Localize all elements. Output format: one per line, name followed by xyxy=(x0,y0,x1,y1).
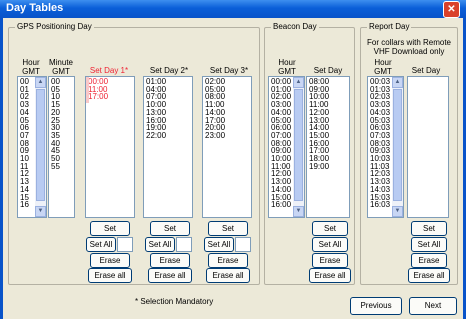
gps-day3-header: Set Day 3* xyxy=(209,66,249,75)
window-title: Day Tables xyxy=(6,2,64,14)
gps-day1-erase-button[interactable]: Erase xyxy=(90,253,130,268)
report-hour-list[interactable]: 00:03 01:03 02:03 03:03 04:03 05:03 06:03 07:03… xyxy=(367,76,404,218)
gps-minute-items: 00 05 10 15 20 25 30 35 40 45 50 55 xyxy=(51,78,60,170)
report-set-all-button[interactable]: Set All xyxy=(411,237,447,252)
gps-day2-set-button[interactable]: Set xyxy=(150,221,190,236)
scroll-thumb[interactable] xyxy=(294,89,303,201)
report-hour-header: Hour GMT xyxy=(374,58,392,76)
scroll-up-icon[interactable]: ▲ xyxy=(35,77,46,88)
gps-day1-set-all-button[interactable]: Set All xyxy=(86,237,116,252)
gps-day2-erase-all-button[interactable]: Erase all xyxy=(148,268,192,283)
day1-highlight xyxy=(86,77,89,103)
gps-day3-items: 02:00 05:00 08:00 11:00 14:00 17:00 20:00 23:00 xyxy=(205,78,225,140)
report-erase-button[interactable]: Erase xyxy=(411,253,447,268)
close-button[interactable]: ✕ xyxy=(443,1,460,18)
beacon-erase-button[interactable]: Erase xyxy=(312,253,348,268)
gps-day1-set-all-input[interactable] xyxy=(117,237,133,252)
list-item[interactable]: 55 xyxy=(51,162,60,171)
report-note: For collars with Remote VHF Download onl… xyxy=(366,38,452,56)
report-set-button[interactable]: Set xyxy=(411,221,447,236)
gps-day2-list[interactable]: 01:00 04:00 07:00 10:00 13:00 16:00 19:00 22:00 xyxy=(143,76,193,218)
previous-button[interactable]: Previous xyxy=(350,297,402,315)
beacon-set-header: Set Day xyxy=(313,66,343,75)
next-button[interactable]: Next xyxy=(409,297,457,315)
gps-hour-items: 00 01 02 03 04 05 06 07 08 09 10 11 12 13 14 15 16 xyxy=(20,78,29,209)
list-item[interactable]: 23:00 xyxy=(205,132,225,140)
scroll-up-icon[interactable]: ▲ xyxy=(392,77,403,88)
gps-day3-set-all-button[interactable]: Set All xyxy=(204,237,234,252)
list-item[interactable]: 16:03 xyxy=(370,201,390,209)
gps-minute-list[interactable]: 00 05 10 15 20 25 30 35 40 45 50 55 xyxy=(48,76,75,218)
report-set-list[interactable] xyxy=(407,76,449,218)
beacon-set-list[interactable]: 08:00 09:00 10:00 11:00 12:00 13:00 14:00 15:00… xyxy=(306,76,350,218)
gps-hour-header: Hour GMT xyxy=(22,58,40,76)
report-legend: Report Day xyxy=(367,22,412,31)
selection-mandatory-note: * Selection Mandatory xyxy=(135,297,214,306)
list-item[interactable]: 16:00 xyxy=(271,201,291,209)
gps-day3-set-button[interactable]: Set xyxy=(208,221,248,236)
window-titlebar: Day Tables ✕ xyxy=(0,0,466,18)
window-frame-left xyxy=(0,18,3,319)
report-erase-all-button[interactable]: Erase all xyxy=(408,268,450,283)
gps-day2-set-all-input[interactable] xyxy=(176,237,192,252)
scroll-down-icon[interactable]: ▼ xyxy=(293,206,304,217)
beacon-hour-scrollbar[interactable]: ▲ ▼ xyxy=(293,77,304,217)
report-hour-scrollbar[interactable]: ▲ ▼ xyxy=(392,77,403,217)
gps-day3-erase-button[interactable]: Erase xyxy=(208,253,248,268)
beacon-hour-list[interactable]: 00:00 01:00 02:00 03:00 04:00 05:00 06:00 07:00… xyxy=(268,76,305,218)
list-item[interactable]: 17:00 xyxy=(88,93,108,101)
gps-day1-list[interactable]: 00:00 11:00 17:00 xyxy=(85,76,135,218)
gps-hour-list[interactable]: 00 01 02 03 04 05 06 07 08 09 10 11 12 13 14 15 16 ▲ ▼ xyxy=(17,76,47,218)
beacon-erase-all-button[interactable]: Erase all xyxy=(309,268,351,283)
gps-day1-items: 00:00 11:00 17:00 xyxy=(88,78,108,101)
beacon-set-all-button[interactable]: Set All xyxy=(312,237,348,252)
list-item[interactable]: 19:00 xyxy=(309,162,329,171)
beacon-set-button[interactable]: Set xyxy=(312,221,348,236)
beacon-set-items: 08:00 09:00 10:00 11:00 12:00 13:00 14:00 15:00… xyxy=(309,78,329,170)
gps-day2-header: Set Day 2* xyxy=(149,66,189,75)
scroll-down-icon[interactable]: ▼ xyxy=(35,206,46,217)
gps-day3-list[interactable]: 02:00 05:00 08:00 11:00 14:00 17:00 20:00 23:00 xyxy=(202,76,252,218)
gps-hour-scrollbar[interactable]: ▲ ▼ xyxy=(35,77,46,217)
gps-day1-set-button[interactable]: Set xyxy=(90,221,130,236)
list-item[interactable]: 22:00 xyxy=(146,132,166,140)
scroll-up-icon[interactable]: ▲ xyxy=(293,77,304,88)
gps-day1-header: Set Day 1* xyxy=(89,66,129,75)
gps-minute-header: Minute GMT xyxy=(48,58,73,76)
gps-day1-erase-all-button[interactable]: Erase all xyxy=(88,268,132,283)
list-item[interactable]: 16 xyxy=(20,201,29,209)
gps-day2-set-all-button[interactable]: Set All xyxy=(145,237,175,252)
beacon-hour-items: 00:00 01:00 02:00 03:00 04:00 05:00 06:00 07:00… xyxy=(271,78,291,209)
gps-day2-items: 01:00 04:00 07:00 10:00 13:00 16:00 19:00 22:00 xyxy=(146,78,166,140)
scroll-down-icon[interactable]: ▼ xyxy=(392,206,403,217)
report-hour-items: 00:03 01:03 02:03 03:03 04:03 05:03 06:03 07:03… xyxy=(370,78,390,209)
scroll-thumb[interactable] xyxy=(36,89,45,201)
beacon-legend: Beacon Day xyxy=(271,22,319,31)
gps-day3-erase-all-button[interactable]: Erase all xyxy=(206,268,250,283)
report-set-header: Set Day xyxy=(411,66,441,75)
gps-legend: GPS Positioning Day xyxy=(15,22,94,31)
gps-day2-erase-button[interactable]: Erase xyxy=(150,253,190,268)
scroll-thumb[interactable] xyxy=(393,89,402,201)
beacon-hour-header: Hour GMT xyxy=(278,58,296,76)
gps-day3-set-all-input[interactable] xyxy=(235,237,251,252)
